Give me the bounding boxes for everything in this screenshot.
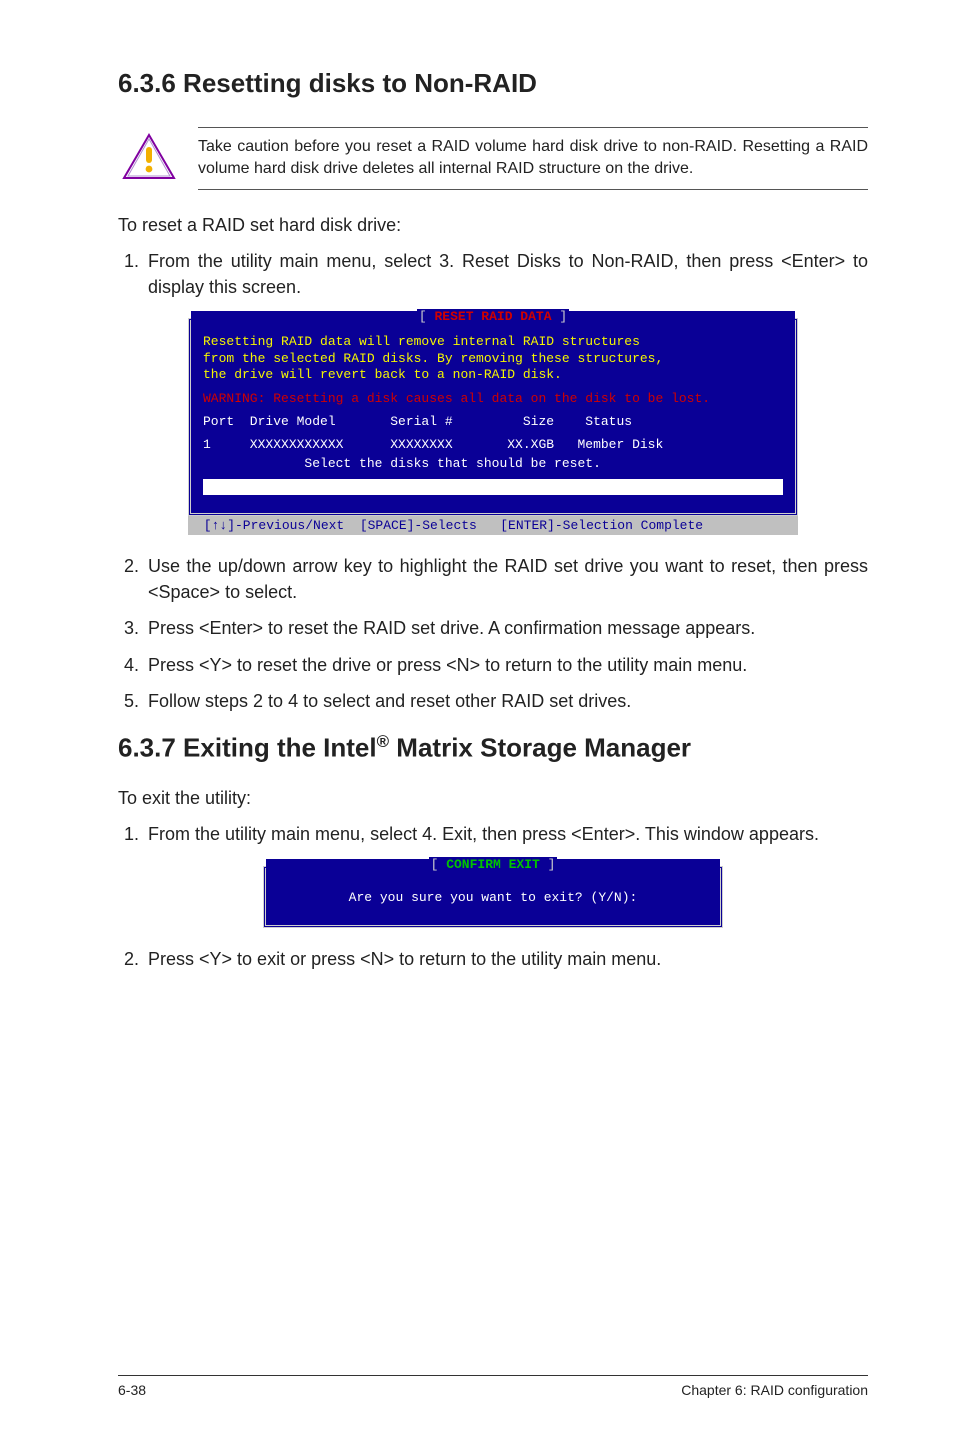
steps-636-part2: Use the up/down arrow key to highlight t… [118,553,868,713]
steps-636-part1: From the utility main menu, select 3. Re… [118,248,868,300]
bios-reset-header-row: Port Drive Model Serial # Size Status [203,414,783,429]
bios-reset-title: [ RESET RAID DATA ] [417,309,569,324]
bios-reset-selection-bar [203,479,783,495]
bios-reset-window: [ RESET RAID DATA ] Resetting RAID data … [188,318,798,535]
step-636-5: Follow steps 2 to 4 to select and reset … [144,688,868,714]
step-636-3: Press <Enter> to reset the RAID set driv… [144,615,868,641]
caution-callout: Take caution before you reset a RAID vol… [118,127,868,190]
bios-exit-body: Are you sure you want to exit? (Y/N): [266,874,720,925]
steps-637-part1: From the utility main menu, select 4. Ex… [118,821,868,847]
bios-exit-window: [ CONFIRM EXIT ] Are you sure you want t… [263,866,723,928]
page-footer: 6-38 Chapter 6: RAID configuration [118,1375,868,1398]
step-636-2: Use the up/down arrow key to highlight t… [144,553,868,605]
heading-636: 6.3.6 Resetting disks to Non-RAID [118,68,868,99]
bios-reset-hint: Select the disks that should be reset. [203,456,783,471]
registered-symbol: ® [377,732,389,751]
chapter-reference: Chapter 6: RAID configuration [681,1382,868,1398]
step-637-2: Press <Y> to exit or press <N> to return… [144,946,868,972]
bios-reset-msg2: from the selected RAID disks. By removin… [203,351,783,367]
page-number: 6-38 [118,1382,146,1398]
step-636-1: From the utility main menu, select 3. Re… [144,248,868,300]
bios-reset-body: Resetting RAID data will remove internal… [191,326,795,475]
page-container: 6.3.6 Resetting disks to Non-RAID Take c… [0,0,954,1438]
bios-reset-msg1: Resetting RAID data will remove internal… [203,334,783,350]
bios-exit-title: [ CONFIRM EXIT ] [429,857,558,872]
steps-637-part2: Press <Y> to exit or press <N> to return… [118,946,868,972]
bios-reset-msg3: the drive will revert back to a non-RAID… [203,367,783,383]
intro-637: To exit the utility: [118,785,868,811]
caution-text: Take caution before you reset a RAID vol… [198,127,868,190]
step-637-1: From the utility main menu, select 4. Ex… [144,821,868,847]
step-636-4: Press <Y> to reset the drive or press <N… [144,652,868,678]
intro-636: To reset a RAID set hard disk drive: [118,212,868,238]
heading-637: 6.3.7 Exiting the Intel® Matrix Storage … [118,732,868,764]
bios-reset-data-row: 1 XXXXXXXXXXXX XXXXXXXX XX.XGB Member Di… [203,437,783,452]
bios-reset-footer: [↑↓]-Previous/Next [SPACE]-Selects [ENTE… [188,516,798,535]
caution-icon [118,127,180,181]
bios-reset-warning: WARNING: Resetting a disk causes all dat… [203,391,783,406]
